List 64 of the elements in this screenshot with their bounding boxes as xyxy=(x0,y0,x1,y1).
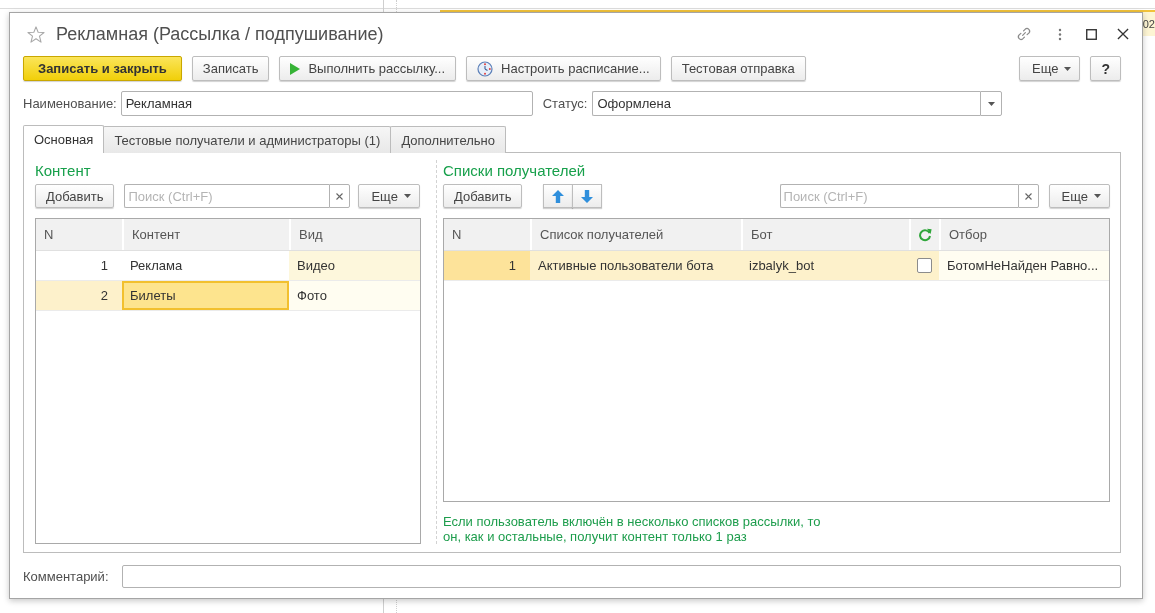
add-button[interactable]: Добавить xyxy=(35,184,115,208)
table-cell-text: Реклама xyxy=(129,257,184,275)
group-title: Списки получателей xyxy=(443,161,587,181)
toolbar-button[interactable]: Выполнить рассылку... xyxy=(279,56,457,81)
table-cell-text: 1 xyxy=(99,257,109,275)
clear-icon xyxy=(1024,192,1032,200)
table-cell: 1 xyxy=(444,251,530,280)
dropdown-button[interactable] xyxy=(980,91,1003,116)
table-cell: Билеты xyxy=(122,281,289,310)
search-field[interactable]: Поиск (Ctrl+F) xyxy=(124,184,330,208)
refresh-icon xyxy=(918,227,932,242)
toolbar-button[interactable]: Записать xyxy=(191,56,270,81)
more-icon[interactable] xyxy=(1058,27,1062,41)
help-button[interactable]: ? xyxy=(1090,56,1121,81)
caret-icon xyxy=(987,101,995,106)
search-field[interactable]: Поиск (Ctrl+F) xyxy=(779,184,1018,208)
field-label: Наименование: xyxy=(23,96,117,111)
column-header[interactable]: N xyxy=(444,219,530,250)
comment-field[interactable] xyxy=(121,565,1121,588)
star-icon[interactable] xyxy=(27,25,45,43)
table-cell: Активные пользователи бота xyxy=(530,251,741,280)
table-cell: izbalyk_bot xyxy=(741,251,909,280)
caret-icon xyxy=(1094,194,1101,198)
play-icon xyxy=(290,62,301,75)
info-note: Если пользователь включён в несколько списков рассылки, то он, как и остальные, получит контент только 1 раз xyxy=(443,514,822,544)
move-up-button[interactable] xyxy=(543,184,574,208)
move-down-button[interactable] xyxy=(572,184,603,208)
caret-icon xyxy=(1064,66,1072,71)
more-button[interactable]: Еще xyxy=(1048,184,1110,208)
clear-button[interactable] xyxy=(329,184,351,208)
arrow-down-icon xyxy=(581,189,594,203)
tab[interactable]: Тестовые получатели и администраторы (1) xyxy=(103,126,392,153)
field-label: Комментарий: xyxy=(23,569,109,584)
clock-icon xyxy=(477,60,494,77)
close-icon[interactable] xyxy=(1117,28,1129,40)
tab[interactable]: Дополнительно xyxy=(390,126,506,153)
name-field[interactable]: Рекламная xyxy=(120,91,533,116)
status-field[interactable]: Оформлена xyxy=(592,91,981,116)
arrow-up-icon xyxy=(552,189,565,203)
table-cell: Видео xyxy=(289,251,420,280)
caret-icon xyxy=(403,194,411,198)
tab[interactable]: Основная xyxy=(23,125,105,153)
add-button[interactable]: Добавить xyxy=(443,184,523,208)
maximize-icon[interactable] xyxy=(1086,28,1097,40)
toolbar-button[interactable]: Настроить расписание... xyxy=(466,56,661,81)
checkbox[interactable] xyxy=(916,258,932,273)
clear-button[interactable] xyxy=(1017,184,1039,208)
table-cell: 2 xyxy=(36,281,122,310)
window-title: Рекламная (Рассылка / подпушивание) xyxy=(56,23,384,45)
toolbar-button[interactable]: Тестовая отправка xyxy=(670,56,806,81)
table-row[interactable]: 1 Реклама Видео xyxy=(36,251,420,281)
group-title: Контент xyxy=(35,161,92,181)
field-label: Статус: xyxy=(542,96,588,111)
toolbar-button[interactable]: Записать и закрыть xyxy=(23,56,182,81)
table-cell: БотомНеНайден Равно... xyxy=(939,251,1109,280)
more-button[interactable]: Еще xyxy=(358,184,420,208)
link-icon[interactable] xyxy=(1016,26,1032,42)
clear-icon xyxy=(336,192,344,200)
more-button[interactable]: Еще xyxy=(1019,56,1081,81)
table-row[interactable]: 1 Активные пользователи бота izbalyk_bot БотомНеНайден Равно... xyxy=(444,251,1109,281)
column-header[interactable]: N xyxy=(36,219,122,250)
column-header[interactable]: Контент xyxy=(122,219,289,250)
table-row[interactable]: 2 Билеты Фото xyxy=(36,281,420,311)
table-cell: Фото xyxy=(289,281,420,310)
